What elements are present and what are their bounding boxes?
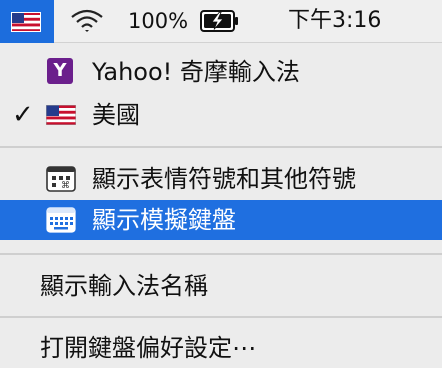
menu-separator xyxy=(0,316,442,318)
input-source-menu-button[interactable] xyxy=(0,0,54,43)
menu-item-label: 顯示模擬鍵盤 xyxy=(92,206,236,234)
emoji-viewer-icon: ⌘ xyxy=(46,166,76,196)
wifi-icon[interactable] xyxy=(70,9,104,37)
keyboard-viewer-icon xyxy=(46,207,76,237)
menu-item-show-input-source-name[interactable]: 顯示輸入法名稱 xyxy=(0,266,442,306)
battery-percentage: 100% xyxy=(128,9,189,33)
us-flag-icon xyxy=(46,105,76,129)
menu-item-yahoo-input[interactable]: Y Yahoo! 奇摩輸入法 xyxy=(0,52,442,92)
menu-item-label: 顯示表情符號和其他符號 xyxy=(92,165,356,193)
menu-item-label: 顯示輸入法名稱 xyxy=(40,272,208,300)
battery-charging-icon[interactable] xyxy=(200,10,240,36)
menu-separator xyxy=(0,146,442,148)
menu-item-label: 打開鍵盤偏好設定⋯ xyxy=(40,334,256,362)
menu-item-show-emoji[interactable]: ⌘ 顯示表情符號和其他符號 xyxy=(0,159,442,199)
menu-item-us-input[interactable]: ✓ 美國 xyxy=(0,95,442,135)
menu-bar: 100% 下午3:16 xyxy=(0,0,442,43)
menu-item-open-keyboard-preferences[interactable]: 打開鍵盤偏好設定⋯ xyxy=(0,328,442,368)
menu-item-show-keyboard-viewer[interactable]: 顯示模擬鍵盤 xyxy=(0,200,442,240)
menubar-clock[interactable]: 下午3:16 xyxy=(288,6,381,36)
yahoo-icon: Y xyxy=(47,58,73,84)
menu-separator xyxy=(0,253,442,255)
checkmark-icon: ✓ xyxy=(12,100,34,130)
menu-item-label: 美國 xyxy=(92,101,140,129)
us-flag-icon xyxy=(11,12,41,36)
input-source-menu: Y Yahoo! 奇摩輸入法 ✓ 美國 ⌘ 顯示表情符號和其他符號 顯示模擬鍵盤… xyxy=(0,43,442,368)
svg-text:⌘: ⌘ xyxy=(61,181,70,191)
menu-item-label: Yahoo! 奇摩輸入法 xyxy=(92,58,300,86)
